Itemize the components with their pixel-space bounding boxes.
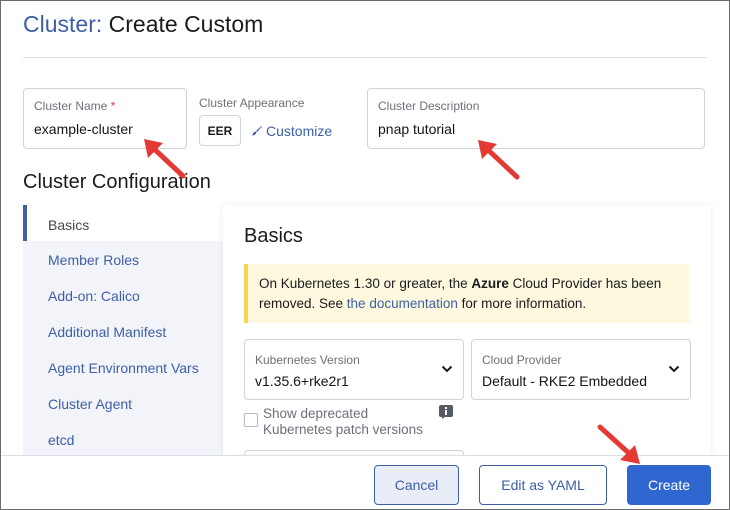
kubernetes-version-value: v1.35.6+rke2r1: [255, 373, 349, 389]
nav-item-additional-manifest[interactable]: Additional Manifest: [48, 324, 166, 340]
cluster-description-label: Cluster Description: [378, 99, 480, 113]
show-deprecated-line2: Kubernetes patch versions: [263, 422, 423, 437]
edit-as-yaml-button[interactable]: Edit as YAML: [479, 465, 607, 505]
banner-text-3: for more information.: [457, 296, 587, 311]
brush-icon: [252, 126, 262, 136]
required-mark: *: [110, 99, 116, 113]
cloud-provider-value: Default - RKE2 Embedded: [482, 373, 647, 389]
chevron-down-icon: [441, 365, 453, 373]
nav-item-etcd[interactable]: etcd: [48, 432, 74, 448]
cluster-badge: EER: [199, 115, 241, 146]
basics-panel-title: Basics: [244, 225, 303, 247]
cluster-name-value[interactable]: example-cluster: [34, 121, 133, 137]
azure-deprecation-banner: On Kubernetes 1.30 or greater, the Azure…: [244, 264, 690, 323]
show-deprecated-checkbox[interactable]: [244, 413, 258, 427]
show-deprecated-line1: Show deprecated: [263, 406, 369, 421]
cluster-name-label: Cluster Name *: [34, 99, 115, 113]
cluster-configuration-title: Cluster Configuration: [23, 171, 211, 193]
cancel-button[interactable]: Cancel: [374, 465, 459, 505]
cluster-description-field[interactable]: Cluster Description pnap tutorial: [367, 88, 705, 149]
header-divider: [23, 57, 707, 58]
cluster-name-field[interactable]: Cluster Name * example-cluster: [23, 88, 187, 149]
page-title: Cluster: Create Custom: [23, 10, 263, 38]
nav-item-cluster-agent[interactable]: Cluster Agent: [48, 396, 132, 412]
kubernetes-version-label: Kubernetes Version: [255, 353, 360, 367]
kubernetes-version-select[interactable]: Kubernetes Version v1.35.6+rke2r1: [244, 339, 464, 400]
nav-active-indicator: [23, 205, 27, 241]
banner-bold: Azure: [471, 276, 509, 291]
nav-item-member-roles[interactable]: Member Roles: [48, 252, 139, 268]
page-title-rest: Create Custom: [108, 11, 264, 37]
nav-item-basics[interactable]: Basics: [48, 217, 89, 233]
nav-item-addon-calico[interactable]: Add-on: Calico: [48, 288, 140, 304]
cloud-provider-select[interactable]: Cloud Provider Default - RKE2 Embedded: [471, 339, 691, 400]
cluster-name-label-text: Cluster Name: [34, 99, 108, 113]
page-title-prefix: Cluster:: [23, 11, 103, 37]
customize-label: Customize: [266, 123, 333, 139]
cloud-provider-label: Cloud Provider: [482, 353, 562, 367]
config-sidenav: Basics Member Roles Add-on: Calico Addit…: [23, 205, 223, 455]
cluster-description-value[interactable]: pnap tutorial: [378, 121, 455, 137]
customize-link[interactable]: Customize: [251, 123, 332, 139]
chevron-down-icon: [668, 365, 680, 373]
footer-bar: [1, 455, 729, 509]
create-button[interactable]: Create: [627, 465, 711, 505]
cluster-appearance-label: Cluster Appearance: [199, 96, 305, 110]
show-deprecated-label[interactable]: Show deprecated Kubernetes patch version…: [263, 406, 423, 438]
banner-text-1: On Kubernetes 1.30 or greater, the: [259, 276, 472, 291]
nav-item-agent-env-vars[interactable]: Agent Environment Vars: [48, 360, 199, 376]
documentation-link[interactable]: the documentation: [347, 296, 458, 311]
info-icon[interactable]: [439, 405, 453, 419]
